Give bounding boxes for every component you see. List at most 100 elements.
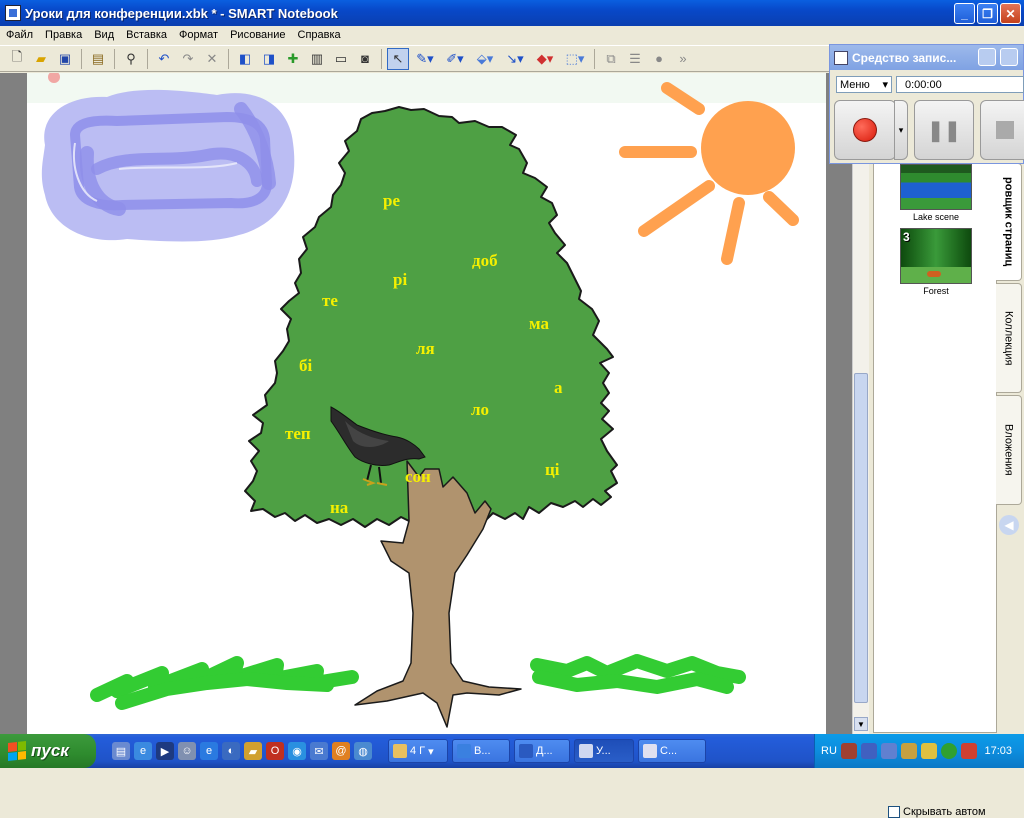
autohide-option[interactable]: Скрывать автом <box>888 806 986 818</box>
tab-attachments[interactable]: Вложения <box>996 395 1022 505</box>
page-caption: Forest <box>923 286 949 296</box>
cloud-drawing[interactable] <box>41 89 295 242</box>
task-button-notebook[interactable]: У... <box>574 739 634 763</box>
previous-page-icon[interactable]: ◧ <box>234 48 256 70</box>
recorder-icon <box>834 50 848 65</box>
window-title: Уроки для конференции.xbk * - SMART Note… <box>25 5 338 21</box>
tab-page-sorter[interactable]: ровщик страниц <box>996 163 1022 281</box>
tree-drawing[interactable] <box>244 106 618 728</box>
tray-display-icon[interactable] <box>880 743 897 759</box>
recorder-time-display: 0:00:00 <box>896 76 1024 93</box>
fill-tool-icon[interactable]: ⬚▾ <box>561 48 589 70</box>
tab-gallery[interactable]: Коллекция <box>996 283 1022 393</box>
camera-icon[interactable]: ◙ <box>354 48 376 70</box>
select-pointer-icon[interactable]: ↖ <box>387 47 409 70</box>
tray-network-icon[interactable] <box>860 743 877 759</box>
full-screen-icon[interactable]: ▭ <box>330 48 352 70</box>
menu-edit[interactable]: Правка <box>39 29 88 41</box>
pen-tool-icon[interactable]: ✎▾ <box>411 48 439 70</box>
quicklaunch-media-icon[interactable]: ▶ <box>156 742 174 760</box>
transparency-icon[interactable]: ● <box>648 48 670 70</box>
next-page-icon[interactable]: ◨ <box>258 48 280 70</box>
tray-arrow-icon[interactable] <box>840 743 857 759</box>
properties-icon[interactable]: ⧉ <box>600 48 622 70</box>
paste-icon[interactable]: ▤ <box>87 48 109 70</box>
menu-draw[interactable]: Рисование <box>224 29 291 41</box>
task-button-document[interactable]: Д... <box>514 739 570 763</box>
undo-icon[interactable]: ↶ <box>153 48 175 70</box>
pause-icon: ❚❚ <box>927 119 961 142</box>
autohide-checkbox[interactable] <box>888 806 900 818</box>
redo-icon[interactable]: ↷ <box>177 48 199 70</box>
page-thumbnail-forest[interactable]: 3 Forest <box>900 228 972 296</box>
quicklaunch-explorer-icon[interactable]: e <box>134 742 152 760</box>
syllable-re: ре <box>383 191 400 210</box>
collapse-arrow-icon[interactable]: ◀ <box>999 515 1019 535</box>
scroll-thumb[interactable] <box>854 373 868 703</box>
quicklaunch-globe-icon[interactable]: ◍ <box>354 742 372 760</box>
record-options-dropdown[interactable]: ▾ <box>894 100 908 160</box>
quicklaunch-chat-icon[interactable]: ◉ <box>288 742 306 760</box>
more-tools-icon[interactable]: » <box>672 48 694 70</box>
restore-button[interactable]: ❐ <box>977 3 998 24</box>
toolbar: 🗋 ▰ ▣ ▤ ⚲ ↶ ↷ ✕ ◧ ◨ ✚ ▥ ▭ ◙ ↖ ✎▾ ✐▾ ⬙▾ ↘… <box>0 45 830 72</box>
language-indicator[interactable]: RU <box>821 745 837 757</box>
quicklaunch-folder-icon[interactable]: ▰ <box>244 742 262 760</box>
syllable-ri: рі <box>393 270 407 289</box>
save-icon[interactable]: ▣ <box>54 48 76 70</box>
whiteboard-canvas[interactable]: ре рі доб те ма ля бі а ло теп ці сон на <box>27 73 826 734</box>
recorder-menu-dropdown[interactable]: Меню ▾ <box>836 76 892 93</box>
syllable-na: на <box>330 498 349 517</box>
quicklaunch-desktop-icon[interactable]: ▤ <box>112 742 130 760</box>
syllable-tsi: ці <box>545 460 560 479</box>
task-button-folders[interactable]: 4 Г ▾ <box>388 739 448 763</box>
quicklaunch-opera-icon[interactable]: O <box>266 742 284 760</box>
open-folder-icon[interactable]: ▰ <box>30 48 52 70</box>
tray-smart-icon[interactable] <box>900 743 917 759</box>
pause-button[interactable]: ❚❚ <box>914 100 974 160</box>
quicklaunch-user-icon[interactable]: ☺ <box>178 742 196 760</box>
menu-format[interactable]: Формат <box>173 29 224 41</box>
magic-wand-icon[interactable]: ⚲ <box>120 48 142 70</box>
title-bar: Уроки для конференции.xbk * - SMART Note… <box>0 0 1024 26</box>
creative-pen-icon[interactable]: ✐▾ <box>441 48 469 70</box>
screen-shade-icon[interactable]: ▥ <box>306 48 328 70</box>
quicklaunch-app-icon[interactable]: ◐ <box>222 742 240 760</box>
canvas-scrollbar[interactable]: ▼ <box>852 73 869 734</box>
menu-view[interactable]: Вид <box>88 29 120 41</box>
close-button[interactable]: ✕ <box>1000 3 1021 24</box>
quicklaunch-mail-icon[interactable]: @ <box>332 742 350 760</box>
stop-icon <box>996 121 1014 139</box>
tray-security-icon[interactable] <box>920 743 937 759</box>
line-tool-icon[interactable]: ↘▾ <box>501 48 529 70</box>
start-button[interactable]: пуск <box>0 734 96 768</box>
new-file-icon[interactable]: 🗋 <box>6 48 28 70</box>
syllable-dob: доб <box>472 251 498 270</box>
menu-file[interactable]: Файл <box>0 29 39 41</box>
syllable-te: те <box>322 291 338 310</box>
menu-help[interactable]: Справка <box>292 29 347 41</box>
stop-button[interactable] <box>980 100 1024 160</box>
recorder-minimize-button[interactable] <box>978 48 996 66</box>
delete-icon[interactable]: ✕ <box>201 48 223 70</box>
taskbar: пуск ▤ e ▶ ☺ e ◐ ▰ O ◉ ✉ @ ◍ 4 Г ▾ В... Д… <box>0 734 1024 768</box>
record-button[interactable] <box>834 100 896 160</box>
syllable-ma: ма <box>529 314 549 333</box>
eraser-icon[interactable]: ⬙▾ <box>471 48 499 70</box>
tray-update-icon[interactable] <box>940 743 957 759</box>
sun-drawing[interactable] <box>619 82 799 265</box>
tray-antivirus-icon[interactable] <box>960 743 977 759</box>
page-thumbnail-lake[interactable]: Lake scene <box>900 164 972 222</box>
line-style-icon[interactable]: ☰ <box>624 48 646 70</box>
menu-insert[interactable]: Вставка <box>120 29 173 41</box>
quicklaunch-ie-icon[interactable]: e <box>200 742 218 760</box>
scroll-down-icon[interactable]: ▼ <box>854 717 868 731</box>
clock[interactable]: 17:03 <box>984 745 1012 757</box>
quicklaunch-messenger-icon[interactable]: ✉ <box>310 742 328 760</box>
recorder-maximize-button[interactable] <box>1000 48 1018 66</box>
shapes-tool-icon[interactable]: ◆▾ <box>531 48 559 70</box>
task-button-recorder[interactable]: С... <box>638 739 706 763</box>
minimize-button[interactable]: _ <box>954 3 975 24</box>
task-button-browser[interactable]: В... <box>452 739 510 763</box>
add-page-icon[interactable]: ✚ <box>282 48 304 70</box>
